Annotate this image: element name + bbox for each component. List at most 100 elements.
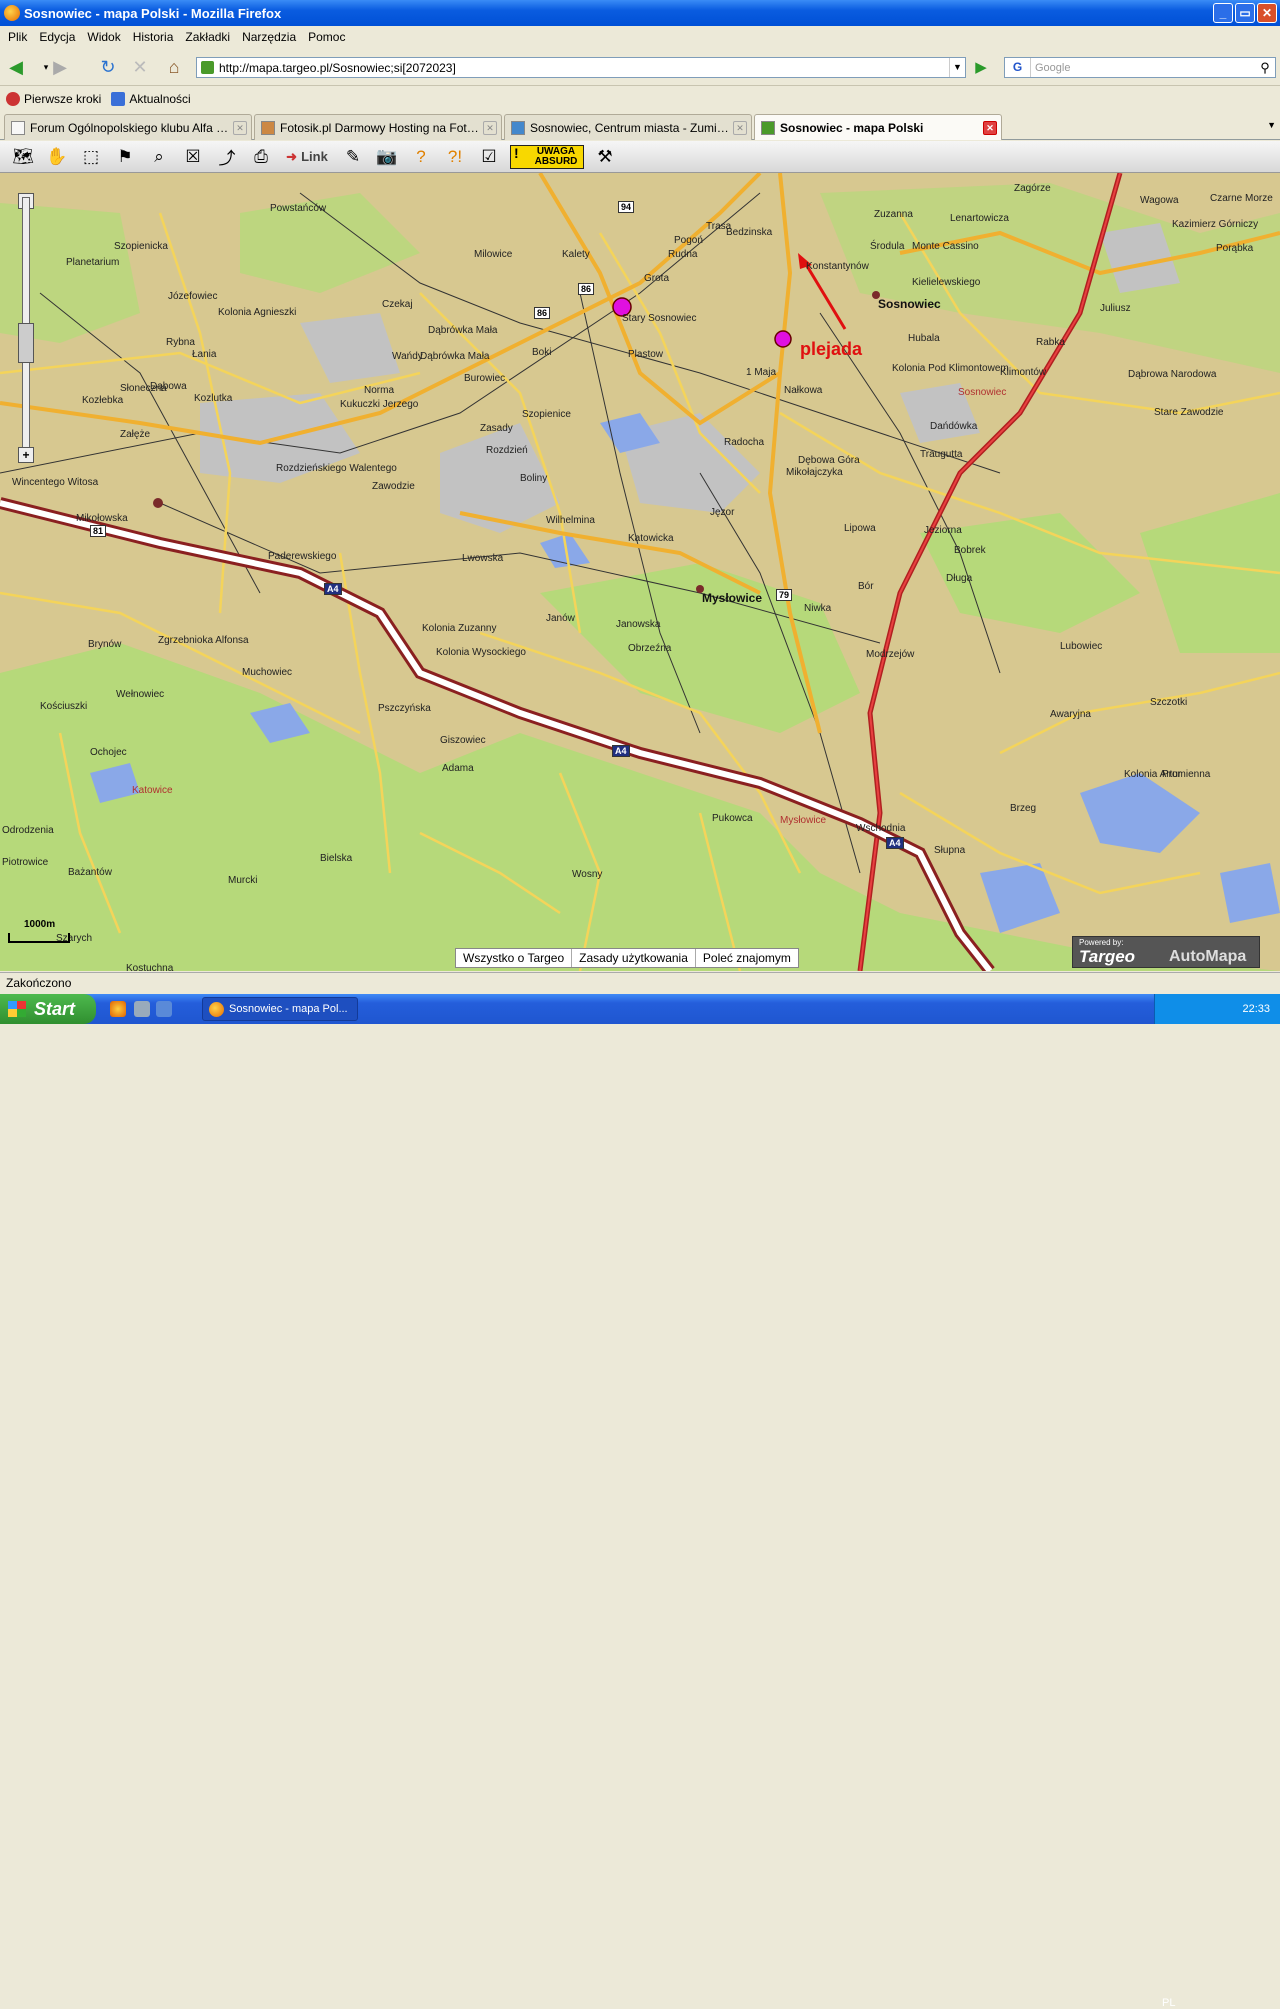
tab-close-icon[interactable]: ✕: [983, 120, 997, 135]
map-label: Powstańców: [270, 203, 327, 214]
stop-icon[interactable]: ✕: [128, 56, 152, 78]
map-label: Kukuczki Jerzego: [340, 399, 419, 410]
absurd-checkbox-icon[interactable]: ☑: [476, 145, 502, 169]
search-box[interactable]: G Google ⚲: [1004, 57, 1276, 78]
map-label: Milowice: [474, 249, 513, 260]
url-bar[interactable]: http://mapa.targeo.pl/Sosnowiec;si[20720…: [196, 57, 966, 78]
map-label: Kazimierz Górniczy: [1172, 219, 1259, 230]
map-view[interactable]: plejada Sosnowiec Mysłowice Katowice Sosnow…: [0, 173, 1280, 971]
map-label: Janowska: [616, 619, 661, 630]
google-icon[interactable]: G: [1005, 58, 1031, 77]
tab-forum[interactable]: Forum Ogólnopolskiego klubu Alfa Ro... ✕: [4, 114, 252, 140]
forward-icon[interactable]: ▶: [48, 56, 72, 78]
close-button[interactable]: ✕: [1257, 3, 1277, 23]
route-icon[interactable]: ⚑: [112, 145, 138, 169]
tab-close-icon[interactable]: ✕: [733, 120, 747, 135]
tab-targeo[interactable]: Sosnowiec - mapa Polski ✕: [754, 114, 1002, 140]
help-alert-icon[interactable]: ?!: [442, 145, 468, 169]
map-label: Murcki: [228, 875, 258, 886]
map-label: Stare Zawodzie: [1154, 407, 1224, 418]
checkbox-icon[interactable]: ☒: [180, 145, 206, 169]
map-label: Rabka: [1036, 337, 1065, 348]
map-icon[interactable]: 🗺: [10, 145, 36, 169]
map-label: Dańdówka: [930, 421, 978, 432]
zoom-in-icon[interactable]: +: [18, 447, 34, 463]
start-label: Start: [34, 998, 76, 1019]
clock[interactable]: 22:33: [1242, 1003, 1270, 1015]
select-icon[interactable]: ⬚: [78, 145, 104, 169]
zoom-slider-thumb[interactable]: [18, 323, 34, 363]
bookmarks-toolbar: Pierwsze kroki Aktualności: [0, 87, 1280, 111]
tab-label: Sosnowiec - mapa Polski: [780, 120, 924, 135]
tab-list-icon[interactable]: ▼: [1267, 120, 1276, 130]
tab-zumi[interactable]: Sosnowiec, Centrum miasta - Zumi.pl L...…: [504, 114, 752, 140]
map-label: Pszczyńska: [378, 703, 431, 714]
map-toolbar: 🗺 ✋ ⬚ ⚑ ⌕ ☒ ⤴ ⎙ ➜Link ✎ 📷 ? ?! ☑ UWAGA A…: [0, 141, 1280, 173]
window-titlebar: Sosnowiec - mapa Polski - Mozilla Firefo…: [0, 0, 1280, 26]
measure-icon[interactable]: ⤴: [214, 145, 240, 169]
map-label: Piotrowice: [2, 857, 49, 868]
road-shield: 94: [618, 201, 635, 213]
bookmark-news[interactable]: Aktualności: [111, 92, 191, 106]
menu-bookmarks[interactable]: Zakładki: [179, 30, 236, 44]
tab-close-icon[interactable]: ✕: [233, 120, 247, 135]
binoculars-icon[interactable]: ⌕: [146, 145, 172, 169]
map-label: Mysłowice: [702, 591, 763, 605]
print-icon[interactable]: ⎙: [248, 145, 274, 169]
bookmark-first-steps[interactable]: Pierwsze kroki: [6, 92, 101, 106]
desktop-icon[interactable]: [156, 1001, 172, 1017]
url-dropdown-icon[interactable]: ▼: [949, 58, 965, 77]
link-terms[interactable]: Zasady użytkowania: [572, 949, 696, 967]
map-label: Dąbrówka Mała: [428, 325, 498, 336]
tab-fotosik[interactable]: Fotosik.pl Darmowy Hosting na Fotki Z...…: [254, 114, 502, 140]
menu-edit[interactable]: Edycja: [33, 30, 81, 44]
map-label: Pogoń: [674, 235, 703, 246]
quicklaunch-icon[interactable]: [134, 1001, 150, 1017]
hand-icon[interactable]: ✋: [44, 145, 70, 169]
menu-help[interactable]: Pomoc: [302, 30, 351, 44]
menu-file[interactable]: Plik: [2, 30, 33, 44]
map-label: Dębowa Góra: [798, 455, 860, 466]
map-label: Awaryjna: [1050, 709, 1091, 720]
help-icon[interactable]: ?: [408, 145, 434, 169]
map-label: Łania: [192, 349, 217, 360]
edit-icon[interactable]: ✎: [340, 145, 366, 169]
language-indicator[interactable]: PL: [1162, 1997, 1175, 2009]
map-label: Adama: [442, 763, 474, 774]
search-icon[interactable]: ⚲: [1255, 60, 1275, 76]
map-label: Katowicka: [628, 533, 674, 544]
go-icon[interactable]: ▶: [970, 57, 992, 78]
status-text: Zakończono: [6, 976, 72, 990]
maximize-button[interactable]: ▭: [1235, 3, 1255, 23]
firefox-quicklaunch-icon[interactable]: [110, 1001, 126, 1017]
link-about-targeo[interactable]: Wszystko o Targeo: [456, 949, 573, 967]
start-button[interactable]: Start: [0, 994, 96, 1024]
pin-icon[interactable]: ⚒: [592, 145, 618, 169]
absurd-button[interactable]: UWAGA ABSURD: [510, 144, 584, 169]
page-icon: [261, 120, 275, 135]
back-icon[interactable]: ◀: [4, 56, 28, 78]
map-label: Planetarium: [66, 257, 120, 268]
powered-by-logo[interactable]: Powered by: Targeo AutoMapa: [1072, 936, 1260, 968]
taskbar: Start Sosnowiec - mapa Pol... 22:33 PL: [0, 994, 1280, 2009]
link-button[interactable]: ➜ Link: [282, 145, 332, 169]
search-placeholder[interactable]: Google: [1031, 62, 1255, 74]
taskbar-item-firefox[interactable]: Sosnowiec - mapa Pol...: [202, 997, 358, 1021]
map-label: Środula: [870, 241, 905, 252]
menu-tools[interactable]: Narzędzia: [236, 30, 302, 44]
menu-history[interactable]: Historia: [127, 30, 180, 44]
tab-close-icon[interactable]: ✕: [483, 120, 497, 135]
reload-icon[interactable]: ↻: [96, 56, 120, 78]
link-recommend[interactable]: Poleć znajomym: [696, 949, 798, 967]
camera-icon[interactable]: 📷: [374, 145, 400, 169]
map-label: Hubala: [908, 333, 940, 344]
minimize-button[interactable]: _: [1213, 3, 1233, 23]
map-label: Odrodzenia: [2, 825, 54, 836]
tab-label: Sosnowiec, Centrum miasta - Zumi.pl L...: [530, 120, 729, 135]
map-label: Lenartowicza: [950, 213, 1009, 224]
map-label: Sosnowiec: [878, 297, 941, 311]
home-icon[interactable]: ⌂: [162, 56, 186, 78]
map-label: Brzeg: [1010, 803, 1037, 814]
menu-view[interactable]: Widok: [81, 30, 126, 44]
page-icon: [511, 120, 525, 135]
